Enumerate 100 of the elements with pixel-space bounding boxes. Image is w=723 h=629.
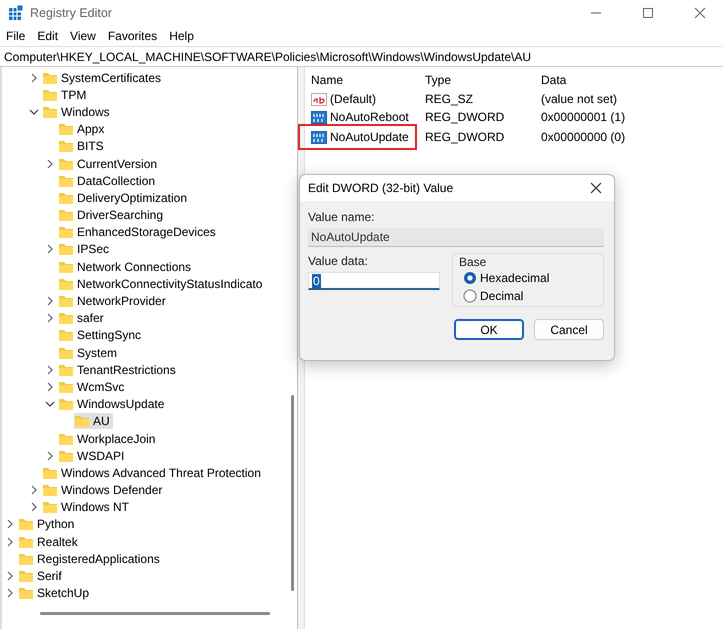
folder-icon <box>58 346 74 360</box>
chevron-right-icon <box>5 571 15 582</box>
folder-icon <box>58 432 74 446</box>
binary-value-icon <box>311 110 327 124</box>
folder-icon <box>42 88 58 102</box>
tree-item[interactable]: System <box>58 344 120 361</box>
chevron-right-icon <box>45 158 55 169</box>
radio-option[interactable]: Decimal <box>463 287 597 305</box>
folder-icon <box>58 362 74 377</box>
list-item[interactable]: NoAutoReboot <box>311 108 415 126</box>
radio-option[interactable]: Hexadecimal <box>463 269 597 288</box>
tree-item[interactable]: WindowsUpdate <box>58 396 168 412</box>
tree-item[interactable]: Serif <box>18 568 65 584</box>
scrollbar-thumb[interactable] <box>40 612 270 615</box>
field-label: Value data: <box>308 253 369 269</box>
close-icon <box>694 7 706 19</box>
tree-item[interactable]: WorkplaceJoin <box>58 430 158 447</box>
list-item[interactable]: (Default) <box>311 90 382 108</box>
table-cell-text: 0x00000000 (0) <box>541 130 626 144</box>
chevron-right-icon <box>29 72 39 83</box>
folder-icon <box>58 397 74 412</box>
tree-item[interactable]: AU <box>74 413 113 430</box>
binary-value-icon <box>311 130 327 144</box>
folder-icon <box>58 190 74 205</box>
window-title: Registry Editor <box>30 6 113 20</box>
tree-item[interactable]: IPSec <box>58 241 112 258</box>
tree-item[interactable]: TenantRestrictions <box>58 362 179 378</box>
dialog-title: Edit DWORD (32-bit) Value <box>308 181 454 195</box>
tree-item[interactable]: WSDAPI <box>58 448 128 464</box>
folder-icon <box>58 260 74 274</box>
list-item[interactable]: NoAutoUpdate <box>300 126 415 148</box>
menu-item[interactable]: File <box>0 27 32 45</box>
folder-icon <box>58 380 74 394</box>
chevron-right-icon <box>29 502 39 512</box>
tree-item[interactable]: Appx <box>58 121 108 138</box>
menu-item[interactable]: Favorites <box>102 27 164 45</box>
tree-item[interactable]: SettingSync <box>58 327 144 344</box>
value-name-field[interactable]: NoAutoUpdate <box>308 228 604 247</box>
tree-item[interactable]: safer <box>58 310 107 326</box>
folder-icon <box>58 174 74 188</box>
tree-item[interactable]: WcmSvc <box>58 378 128 395</box>
tree-item[interactable]: DataCollection <box>58 172 158 189</box>
tree-item[interactable]: NetworkProvider <box>58 293 169 310</box>
tree-item[interactable]: TPM <box>42 86 90 103</box>
folder-icon <box>18 586 34 600</box>
chevron-right-icon <box>45 382 55 392</box>
chevron-down-icon <box>29 106 39 117</box>
column-header[interactable]: Name <box>311 73 425 87</box>
folder-icon <box>42 70 58 85</box>
folder-icon <box>58 156 74 171</box>
tree-item[interactable]: SystemCertificates <box>42 70 164 86</box>
tree-item[interactable]: Realtek <box>18 534 81 550</box>
tree-item[interactable]: NetworkConnectivityStatusIndicato <box>58 276 266 292</box>
scrollbar-thumb[interactable] <box>291 395 294 591</box>
tree-item[interactable]: BITS <box>58 138 107 154</box>
folder-icon <box>58 448 74 463</box>
folder-icon <box>74 414 90 428</box>
dialog-button[interactable]: OK <box>454 319 524 340</box>
folder-icon <box>58 311 74 326</box>
chevron-down-icon <box>45 399 55 410</box>
dialog-button[interactable]: Cancel <box>534 319 604 340</box>
menu-item[interactable]: Help <box>163 27 200 45</box>
tree-item[interactable]: Python <box>18 516 78 532</box>
tree-item[interactable]: Windows NT <box>42 499 132 516</box>
folder-icon <box>18 517 34 532</box>
tree-item[interactable]: DriverSearching <box>58 207 166 224</box>
folder-icon <box>18 569 34 584</box>
field-label: Value name: <box>308 209 376 225</box>
menu-item[interactable]: Edit <box>31 27 64 45</box>
column-header[interactable]: Data <box>541 73 723 87</box>
table-cell-text: REG_DWORD <box>425 110 506 124</box>
tree-item[interactable]: CurrentVersion <box>58 156 160 172</box>
group-label: Base <box>459 255 488 270</box>
tree-item[interactable]: SketchUp <box>18 585 92 602</box>
chevron-right-icon <box>5 536 15 547</box>
chevron-right-icon <box>45 364 55 375</box>
tree-item[interactable]: Network Connections <box>58 258 194 275</box>
menu-item[interactable]: View <box>64 27 102 45</box>
tree-item[interactable]: EnhancedStorageDevices <box>58 224 219 240</box>
table-cell-text: 0x00000001 (1) <box>541 110 626 124</box>
maximize-icon <box>642 7 654 19</box>
folder-icon <box>58 225 74 240</box>
column-header[interactable]: Type <box>425 73 541 87</box>
chevron-right-icon <box>45 450 55 461</box>
address-bar[interactable]: Computer\HKEY_LOCAL_MACHINE\SOFTWARE\Policies\Microsoft\Windows\WindowsUpdate\AU <box>0 46 723 67</box>
table-cell-text: (value not set) <box>541 92 618 106</box>
folder-icon <box>42 483 58 498</box>
folder-icon <box>18 534 34 549</box>
tree-item[interactable]: DeliveryOptimization <box>58 190 190 206</box>
folder-icon <box>58 242 74 256</box>
chevron-right-icon <box>5 519 15 530</box>
string-value-icon <box>311 92 327 106</box>
close-icon <box>590 182 602 194</box>
chevron-right-icon <box>29 485 39 496</box>
folder-icon <box>42 500 58 514</box>
tree-item[interactable]: RegisteredApplications <box>18 550 163 567</box>
tree-item[interactable]: Windows <box>42 104 113 120</box>
tree-item[interactable]: Windows Advanced Threat Protection <box>42 464 264 481</box>
tree-item[interactable]: Windows Defender <box>42 482 166 498</box>
value-data-field[interactable]: 0 <box>308 272 440 290</box>
